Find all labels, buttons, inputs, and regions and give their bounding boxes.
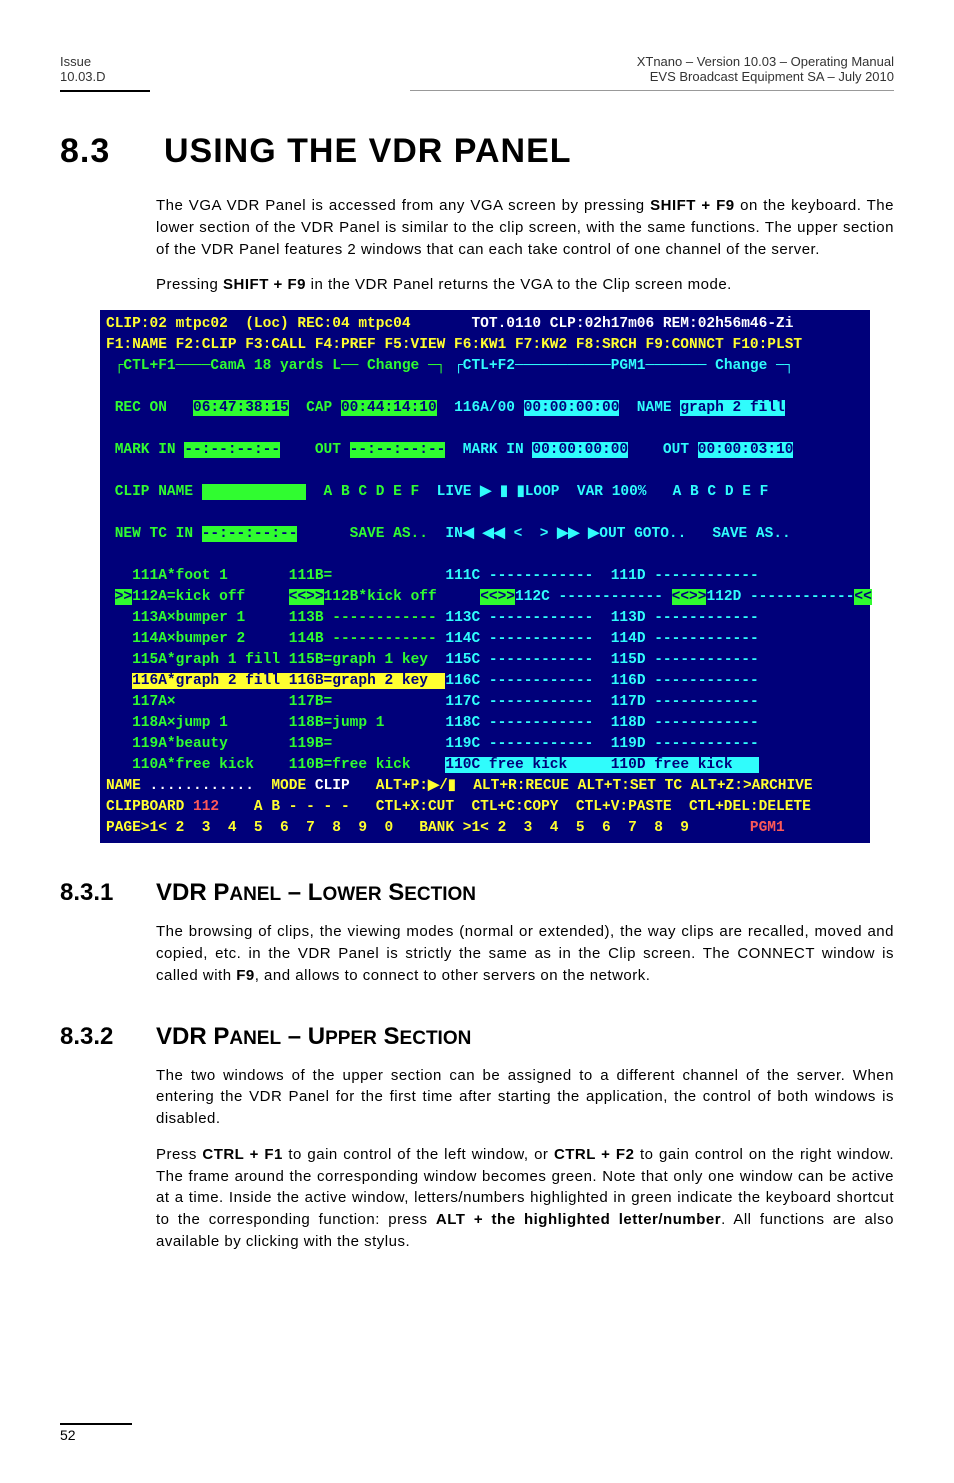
page-header: Issue 10.03.D XTnano – Version 10.03 – O…	[60, 54, 894, 84]
subsection-2-title: VDR PANEL – UPPER SECTION	[156, 1023, 471, 1051]
intro-paragraph-2: Pressing SHIFT + F9 in the VDR Panel ret…	[156, 274, 894, 296]
header-divider	[60, 90, 894, 92]
section-heading: 8.3 USING THE VDR PANEL	[60, 132, 894, 171]
subsection-1-title: VDR PANEL – LOWER SECTION	[156, 879, 476, 907]
section-title: USING THE VDR PANEL	[164, 132, 572, 171]
intro-paragraph-1: The VGA VDR Panel is accessed from any V…	[156, 195, 894, 260]
subsection-1-heading: 8.3.1 VDR PANEL – LOWER SECTION	[60, 879, 894, 907]
header-product: XTnano – Version 10.03 – Operating Manua…	[637, 54, 894, 69]
subsection-2-heading: 8.3.2 VDR PANEL – UPPER SECTION	[60, 1023, 894, 1051]
page-number: 52	[60, 1427, 76, 1443]
subsection-1-number: 8.3.1	[60, 879, 130, 907]
header-version: 10.03.D	[60, 69, 106, 84]
subsection-2-paragraph-2: Press CTRL + F1 to gain control of the l…	[156, 1144, 894, 1253]
subsection-2-number: 8.3.2	[60, 1023, 130, 1051]
subsection-2-paragraph-1: The two windows of the upper section can…	[156, 1065, 894, 1130]
subsection-1-paragraph: The browsing of clips, the viewing modes…	[156, 921, 894, 986]
header-company: EVS Broadcast Equipment SA – July 2010	[637, 69, 894, 84]
page-footer: 52	[60, 1423, 894, 1443]
vdr-panel-screenshot: CLIP:02 mtpc02 (Loc) REC:04 mtpc04 TOT.0…	[100, 310, 870, 843]
section-number: 8.3	[60, 132, 130, 171]
header-issue: Issue	[60, 54, 106, 69]
